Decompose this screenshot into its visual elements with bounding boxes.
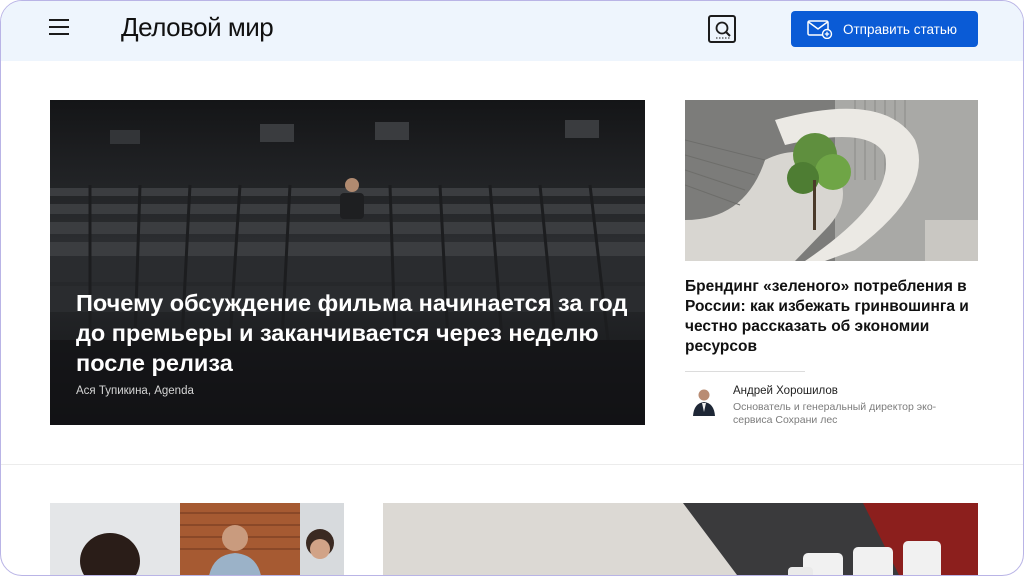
mail-icon <box>807 19 833 40</box>
hero-article-title[interactable]: Почему обсуждение фильма начинается за г… <box>76 288 636 378</box>
site-logo[interactable]: Деловой мир <box>121 12 274 43</box>
search-button[interactable] <box>708 15 736 43</box>
author-role: Основатель и генеральный директор эко-се… <box>733 401 937 426</box>
divider <box>685 371 805 372</box>
article-card-image[interactable] <box>50 503 344 575</box>
article-card-image[interactable] <box>383 503 978 575</box>
hero-article-author: Ася Тупикина, Agenda <box>76 385 194 397</box>
hamburger-menu-icon[interactable] <box>49 19 69 37</box>
author-name[interactable]: Андрей Хорошилов <box>733 385 838 397</box>
search-icon <box>715 21 731 39</box>
page-frame: Деловой мир Отправить статью Почему обсу… <box>0 0 1024 576</box>
hero-article-card[interactable]: Почему обсуждение фильма начинается за г… <box>50 100 645 425</box>
submit-article-button[interactable]: Отправить статью <box>791 11 978 47</box>
side-article-image[interactable] <box>685 100 978 261</box>
site-header: Деловой мир Отправить статью <box>1 1 1023 61</box>
author-avatar <box>691 386 717 416</box>
section-divider <box>1 464 1023 465</box>
side-article-card: Брендинг «зеленого» потребления в России… <box>685 100 978 430</box>
side-article-title[interactable]: Брендинг «зеленого» потребления в России… <box>685 277 978 357</box>
author-block: Андрей Хорошилов Основатель и генеральны… <box>685 380 978 430</box>
submit-article-label: Отправить статью <box>843 21 958 37</box>
